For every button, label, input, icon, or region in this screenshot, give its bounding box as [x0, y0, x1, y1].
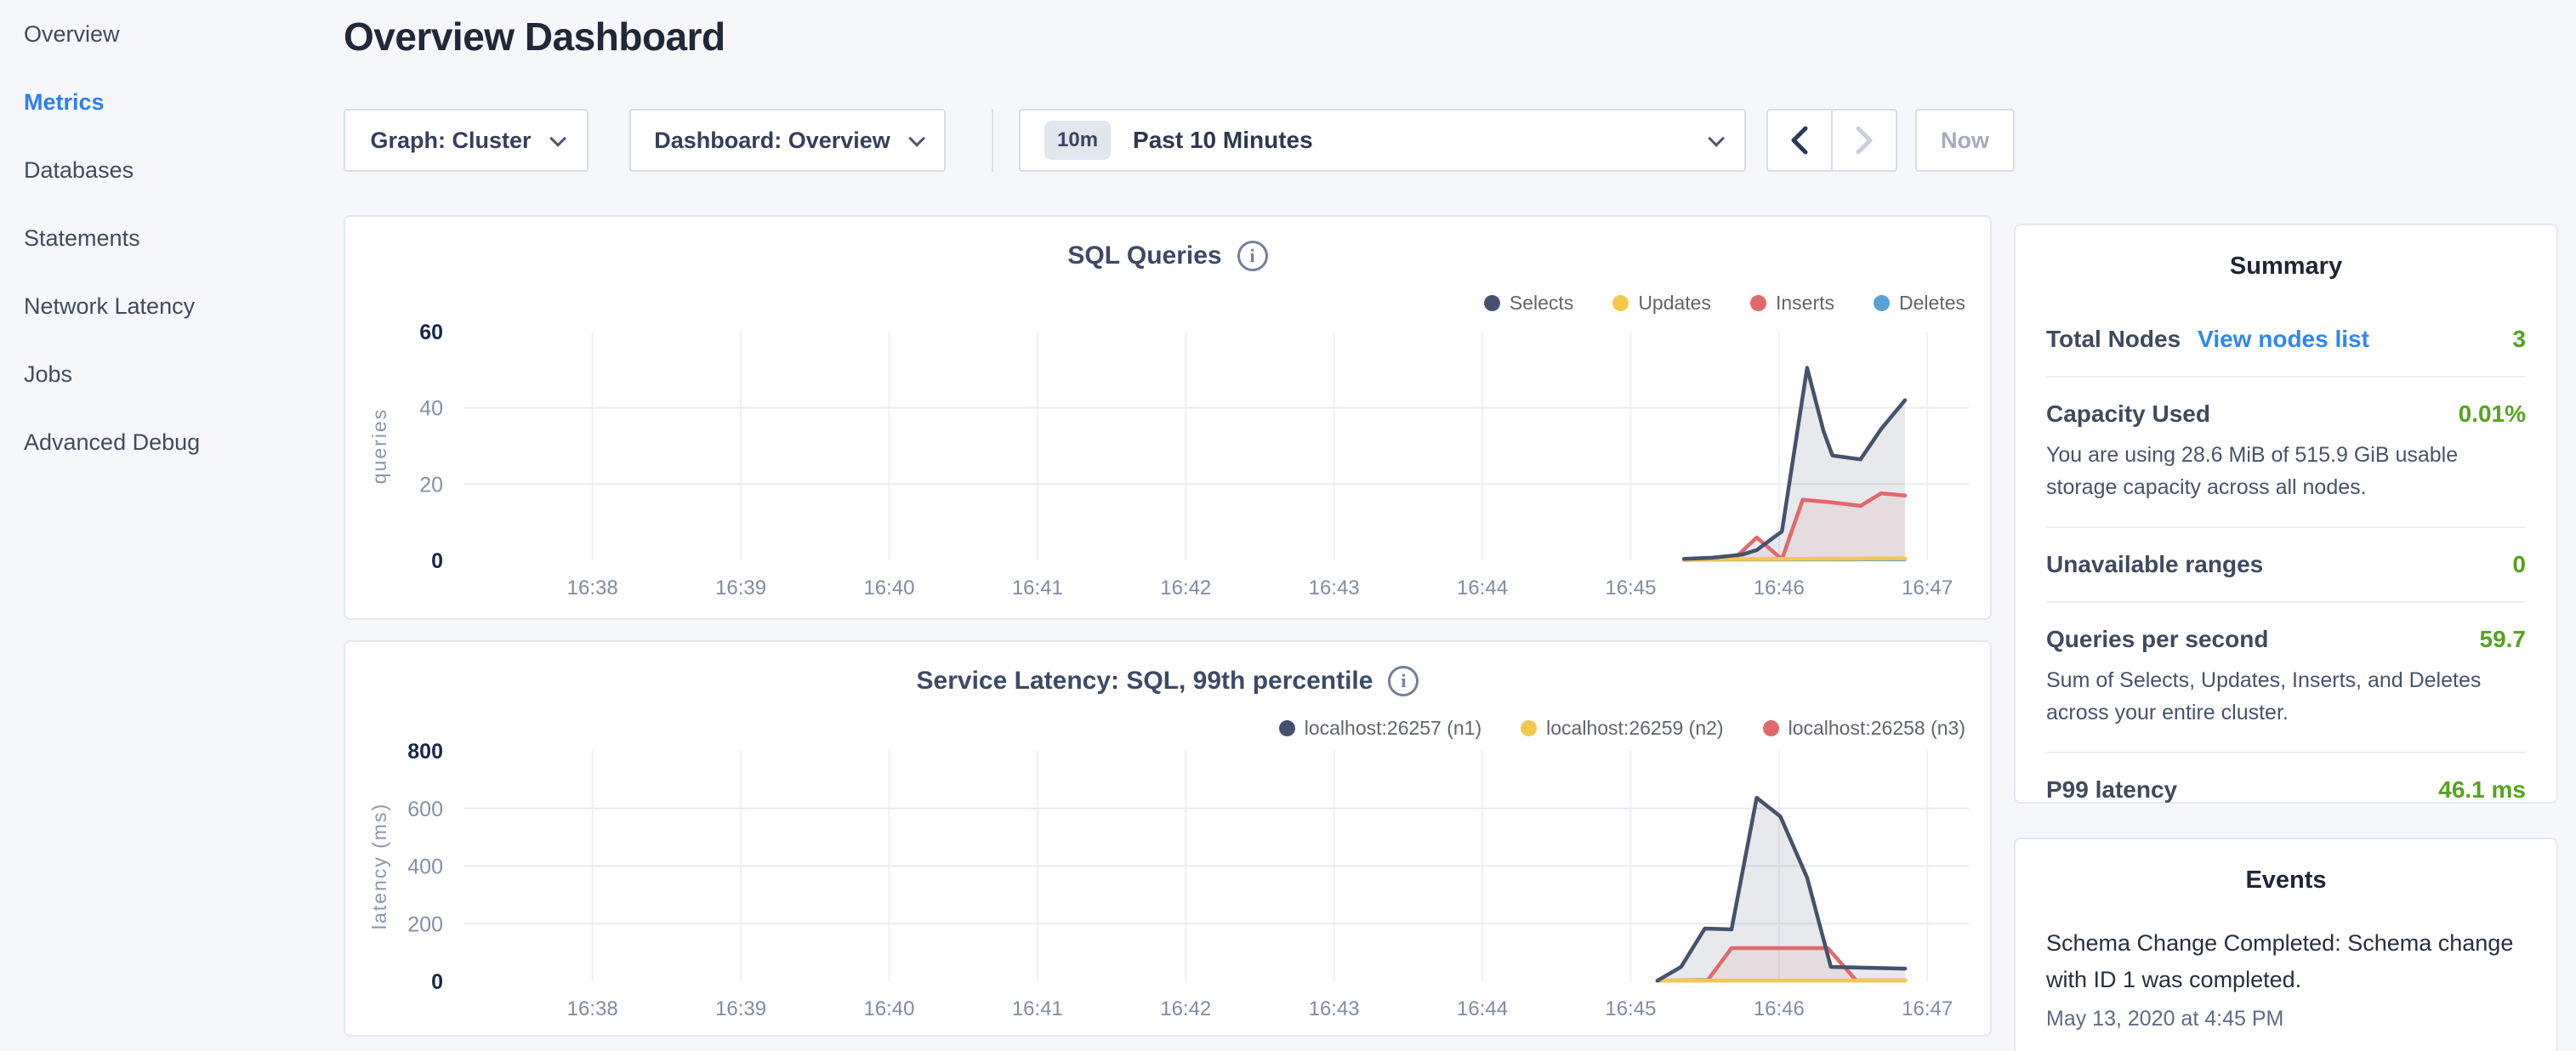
- chart-sql-queries: SQL Queries i SelectsUpdatesInsertsDelet…: [344, 215, 1992, 620]
- x-tick-label: 16:42: [1160, 997, 1211, 1020]
- chart-plot: 0 20 40 60 16:38 16:39 16:40 16:41 16:42 16:43 16:…: [345, 217, 1993, 622]
- sidebar-item-jobs[interactable]: Jobs: [0, 340, 344, 408]
- summary-row-value: 46.1 ms: [2438, 776, 2526, 804]
- summary-row-label: Capacity Used: [2046, 401, 2210, 428]
- y-tick-label: 60: [419, 321, 443, 344]
- x-tick-label: 16:41: [1012, 577, 1063, 599]
- chevron-down-icon: [908, 130, 925, 147]
- view-nodes-list-link[interactable]: View nodes list: [2198, 326, 2369, 353]
- y-axis-label: queries: [368, 408, 390, 484]
- summary-row-value: 3: [2512, 326, 2526, 353]
- sidebar-item-statements[interactable]: Statements: [0, 204, 344, 272]
- summary-row: Queries per second 59.7 Sum of Selects, Up…: [2046, 601, 2526, 752]
- summary-row: Capacity Used 0.01% You are using 28.6 MiB…: [2046, 376, 2526, 526]
- series-area: [1658, 798, 1905, 981]
- time-next-button[interactable]: [1831, 109, 1897, 172]
- x-tick-label: 16:46: [1754, 577, 1805, 599]
- toolbar: Graph: Cluster Dashboard: Overview 10m P…: [0, 109, 2576, 172]
- y-tick-label: 800: [407, 740, 443, 764]
- y-tick-label: 40: [419, 397, 443, 421]
- y-tick-label: 200: [407, 912, 443, 936]
- chart-service-latency: Service Latency: SQL, 99th percentile i …: [344, 640, 1992, 1037]
- dashboard-dropdown-label: Dashboard: Overview: [654, 128, 890, 154]
- chevron-down-icon: [549, 130, 566, 147]
- events-panel: Events Schema Change Completed: Schema c…: [2014, 838, 2558, 1051]
- graph-dropdown[interactable]: Graph: Cluster: [344, 109, 589, 172]
- x-tick-label: 16:43: [1309, 577, 1360, 599]
- summary-row-label: Total Nodes: [2046, 326, 2181, 353]
- y-tick-label: 600: [407, 798, 443, 821]
- chevron-right-icon: [1850, 123, 1879, 157]
- summary-row: Total Nodes View nodes list 3: [2046, 303, 2526, 376]
- chart-plot: 0 200 400 600 800 16:38 16:39 16:40 16:41 16:42 16…: [345, 642, 1993, 1038]
- summary-row-value: 0.01%: [2459, 401, 2526, 428]
- y-tick-label: 20: [419, 473, 443, 497]
- summary-row-value: 0: [2512, 551, 2526, 578]
- time-range-badge: 10m: [1044, 121, 1111, 160]
- x-tick-label: 16:44: [1457, 997, 1508, 1020]
- x-tick-label: 16:40: [863, 997, 914, 1020]
- y-tick-label: 400: [407, 855, 443, 879]
- chevron-left-icon: [1785, 123, 1814, 157]
- y-tick-label: 0: [431, 549, 443, 573]
- x-tick-label: 16:47: [1902, 997, 1953, 1020]
- series-area: [1684, 368, 1905, 560]
- y-tick-label: 0: [431, 970, 443, 994]
- chevron-down-icon: [1708, 130, 1725, 147]
- now-button[interactable]: Now: [1915, 109, 2015, 172]
- sidebar-item-overview[interactable]: Overview: [0, 0, 344, 68]
- sidebar-item-advanced-debug[interactable]: Advanced Debug: [0, 408, 344, 476]
- time-range-dropdown[interactable]: 10m Past 10 Minutes: [1019, 109, 1746, 172]
- toolbar-divider: [992, 109, 993, 172]
- x-tick-label: 16:39: [715, 997, 766, 1020]
- x-tick-label: 16:38: [567, 997, 618, 1020]
- summary-title: Summary: [2046, 225, 2526, 281]
- summary-row-label: Queries per second: [2046, 626, 2268, 653]
- event-item[interactable]: Schema Change Completed: Schema change w…: [2046, 925, 2526, 1031]
- x-tick-label: 16:42: [1160, 577, 1211, 599]
- x-tick-label: 16:44: [1457, 577, 1508, 599]
- summary-row-description: Sum of Selects, Updates, Inserts, and De…: [2046, 665, 2526, 729]
- x-tick-label: 16:41: [1012, 997, 1063, 1020]
- event-message: Schema Change Completed: Schema change w…: [2046, 925, 2526, 998]
- summary-panel: Summary Total Nodes View nodes list 3 Capac…: [2014, 224, 2558, 804]
- x-tick-label: 16:47: [1902, 577, 1953, 599]
- graph-dropdown-label: Graph: Cluster: [370, 128, 531, 154]
- summary-row-value: 59.7: [2480, 626, 2527, 653]
- time-prev-button[interactable]: [1766, 109, 1833, 172]
- summary-row-label: Unavailable ranges: [2046, 551, 2263, 578]
- event-timestamp: May 13, 2020 at 4:45 PM: [2046, 1007, 2526, 1031]
- summary-row: Unavailable ranges 0: [2046, 526, 2526, 601]
- x-tick-label: 16:45: [1605, 577, 1656, 599]
- summary-row: P99 latency 46.1 ms: [2046, 752, 2526, 827]
- x-tick-label: 16:46: [1754, 997, 1805, 1020]
- summary-row-label: P99 latency: [2046, 776, 2177, 804]
- y-axis-label: latency (ms): [368, 803, 390, 929]
- x-tick-label: 16:45: [1605, 997, 1656, 1020]
- sidebar-item-network-latency[interactable]: Network Latency: [0, 272, 344, 340]
- x-tick-label: 16:38: [567, 577, 618, 599]
- page-title: Overview Dashboard: [344, 14, 725, 60]
- x-tick-label: 16:40: [863, 577, 914, 599]
- time-range-label: Past 10 Minutes: [1133, 127, 1313, 154]
- x-tick-label: 16:43: [1309, 997, 1360, 1020]
- x-tick-label: 16:39: [715, 577, 766, 599]
- summary-row-description: You are using 28.6 MiB of 515.9 GiB usab…: [2046, 440, 2526, 503]
- events-title: Events: [2046, 839, 2526, 895]
- dashboard-dropdown[interactable]: Dashboard: Overview: [629, 109, 946, 172]
